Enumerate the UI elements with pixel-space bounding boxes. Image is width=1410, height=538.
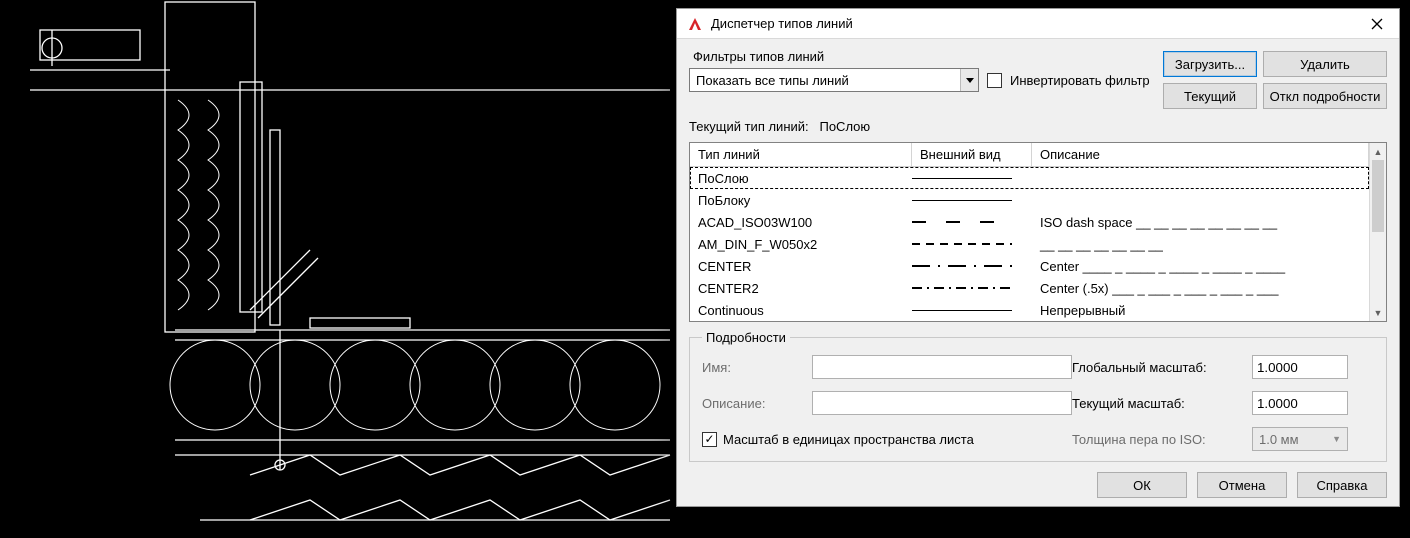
- table-row[interactable]: ACAD_ISO03W100 ISO dash space __ __ __ __…: [690, 211, 1369, 233]
- iso-pen-label: Толщина пера по ISO:: [1072, 432, 1252, 447]
- detail-name-label: Имя:: [702, 360, 812, 375]
- details-legend: Подробности: [702, 330, 790, 345]
- set-current-button[interactable]: Текущий: [1163, 83, 1257, 109]
- close-icon: [1371, 18, 1383, 30]
- column-description[interactable]: Описание: [1032, 143, 1369, 166]
- hide-details-button[interactable]: Откл подробности: [1263, 83, 1387, 109]
- table-row[interactable]: ПоСлою: [690, 167, 1369, 189]
- linetype-description: Center (.5x) ___ _ ___ _ ___ _ ___ _ ___: [1032, 281, 1369, 296]
- linetype-appearance: [912, 310, 1032, 311]
- current-scale-input[interactable]: [1252, 391, 1348, 415]
- invert-filter-checkbox[interactable]: [987, 73, 1002, 88]
- detail-desc-label: Описание:: [702, 396, 812, 411]
- table-row[interactable]: CENTER2 Center (.5x) ___ _ ___ _ ___ _ __…: [690, 277, 1369, 299]
- details-group: Подробности Имя: Глобальный масштаб: Опи…: [689, 330, 1387, 462]
- global-scale-label: Глобальный масштаб:: [1072, 360, 1252, 375]
- scroll-down-icon[interactable]: ▼: [1370, 304, 1386, 321]
- dialog-titlebar[interactable]: Диспетчер типов линий: [677, 9, 1399, 39]
- paperspace-scale-label: Масштаб в единицах пространства листа: [723, 432, 974, 447]
- close-button[interactable]: [1354, 9, 1399, 39]
- linetype-name: AM_DIN_F_W050x2: [690, 237, 912, 252]
- table-row[interactable]: ПоБлоку: [690, 189, 1369, 211]
- dialog-title: Диспетчер типов линий: [711, 16, 1354, 31]
- linetype-appearance: [912, 221, 1032, 223]
- ok-button[interactable]: ОК: [1097, 472, 1187, 498]
- detail-desc-input[interactable]: [812, 391, 1072, 415]
- global-scale-input[interactable]: [1252, 355, 1348, 379]
- list-header: Тип линий Внешний вид Описание: [690, 143, 1369, 167]
- linetype-appearance: [912, 265, 1032, 267]
- linetype-appearance: [912, 178, 1032, 179]
- linetype-appearance: [912, 243, 1032, 245]
- invert-filter-label: Инвертировать фильтр: [1010, 73, 1150, 88]
- linetype-description: __ __ __ __ __ __ __: [1032, 237, 1369, 252]
- column-appearance[interactable]: Внешний вид: [912, 143, 1032, 166]
- autocad-logo-icon: [687, 16, 703, 32]
- linetype-manager-dialog: Диспетчер типов линий Фильтры типов лини…: [676, 8, 1400, 507]
- current-linetype-label: Текущий тип линий:: [689, 119, 809, 134]
- delete-button[interactable]: Удалить: [1263, 51, 1387, 77]
- help-button[interactable]: Справка: [1297, 472, 1387, 498]
- iso-pen-select: 1.0 мм ▼: [1252, 427, 1348, 451]
- scroll-thumb[interactable]: [1372, 160, 1384, 232]
- column-name[interactable]: Тип линий: [690, 143, 912, 166]
- linetype-appearance: [912, 287, 1032, 289]
- iso-pen-value: 1.0 мм: [1259, 432, 1299, 447]
- linetype-name: CENTER: [690, 259, 912, 274]
- table-row[interactable]: AM_DIN_F_W050x2 __ __ __ __ __ __ __: [690, 233, 1369, 255]
- linetype-name: ACAD_ISO03W100: [690, 215, 912, 230]
- load-button[interactable]: Загрузить...: [1163, 51, 1257, 77]
- linetype-name: CENTER2: [690, 281, 912, 296]
- linetype-name: ПоСлою: [690, 171, 912, 186]
- detail-name-input[interactable]: [812, 355, 1072, 379]
- linetype-name: ПоБлоку: [690, 193, 912, 208]
- linetype-description: Center ____ _ ____ _ ____ _ ____ _ ____: [1032, 259, 1369, 274]
- list-scrollbar[interactable]: ▲ ▼: [1369, 143, 1386, 321]
- current-linetype-row: Текущий тип линий: ПоСлою: [689, 119, 1387, 134]
- chevron-down-icon: [960, 69, 978, 91]
- filters-label: Фильтры типов линий: [689, 49, 1153, 64]
- linetype-list: Тип линий Внешний вид Описание ПоСлою ПоБ…: [689, 142, 1387, 322]
- paperspace-scale-checkbox[interactable]: ✓: [702, 432, 717, 447]
- linetype-name: Continuous: [690, 303, 912, 318]
- filter-dropdown[interactable]: Показать все типы линий: [689, 68, 979, 92]
- current-scale-label: Текущий масштаб:: [1072, 396, 1252, 411]
- linetype-description: Непрерывный: [1032, 303, 1369, 318]
- chevron-down-icon: ▼: [1332, 434, 1341, 444]
- table-row[interactable]: CENTER Center ____ _ ____ _ ____ _ ____ _…: [690, 255, 1369, 277]
- scroll-up-icon[interactable]: ▲: [1370, 143, 1386, 160]
- cancel-button[interactable]: Отмена: [1197, 472, 1287, 498]
- linetype-description: ISO dash space __ __ __ __ __ __ __ __: [1032, 215, 1369, 230]
- current-linetype-value: ПоСлою: [819, 119, 870, 134]
- table-row[interactable]: Continuous Непрерывный: [690, 299, 1369, 321]
- filter-dropdown-value: Показать все типы линий: [696, 73, 849, 88]
- linetype-appearance: [912, 200, 1032, 201]
